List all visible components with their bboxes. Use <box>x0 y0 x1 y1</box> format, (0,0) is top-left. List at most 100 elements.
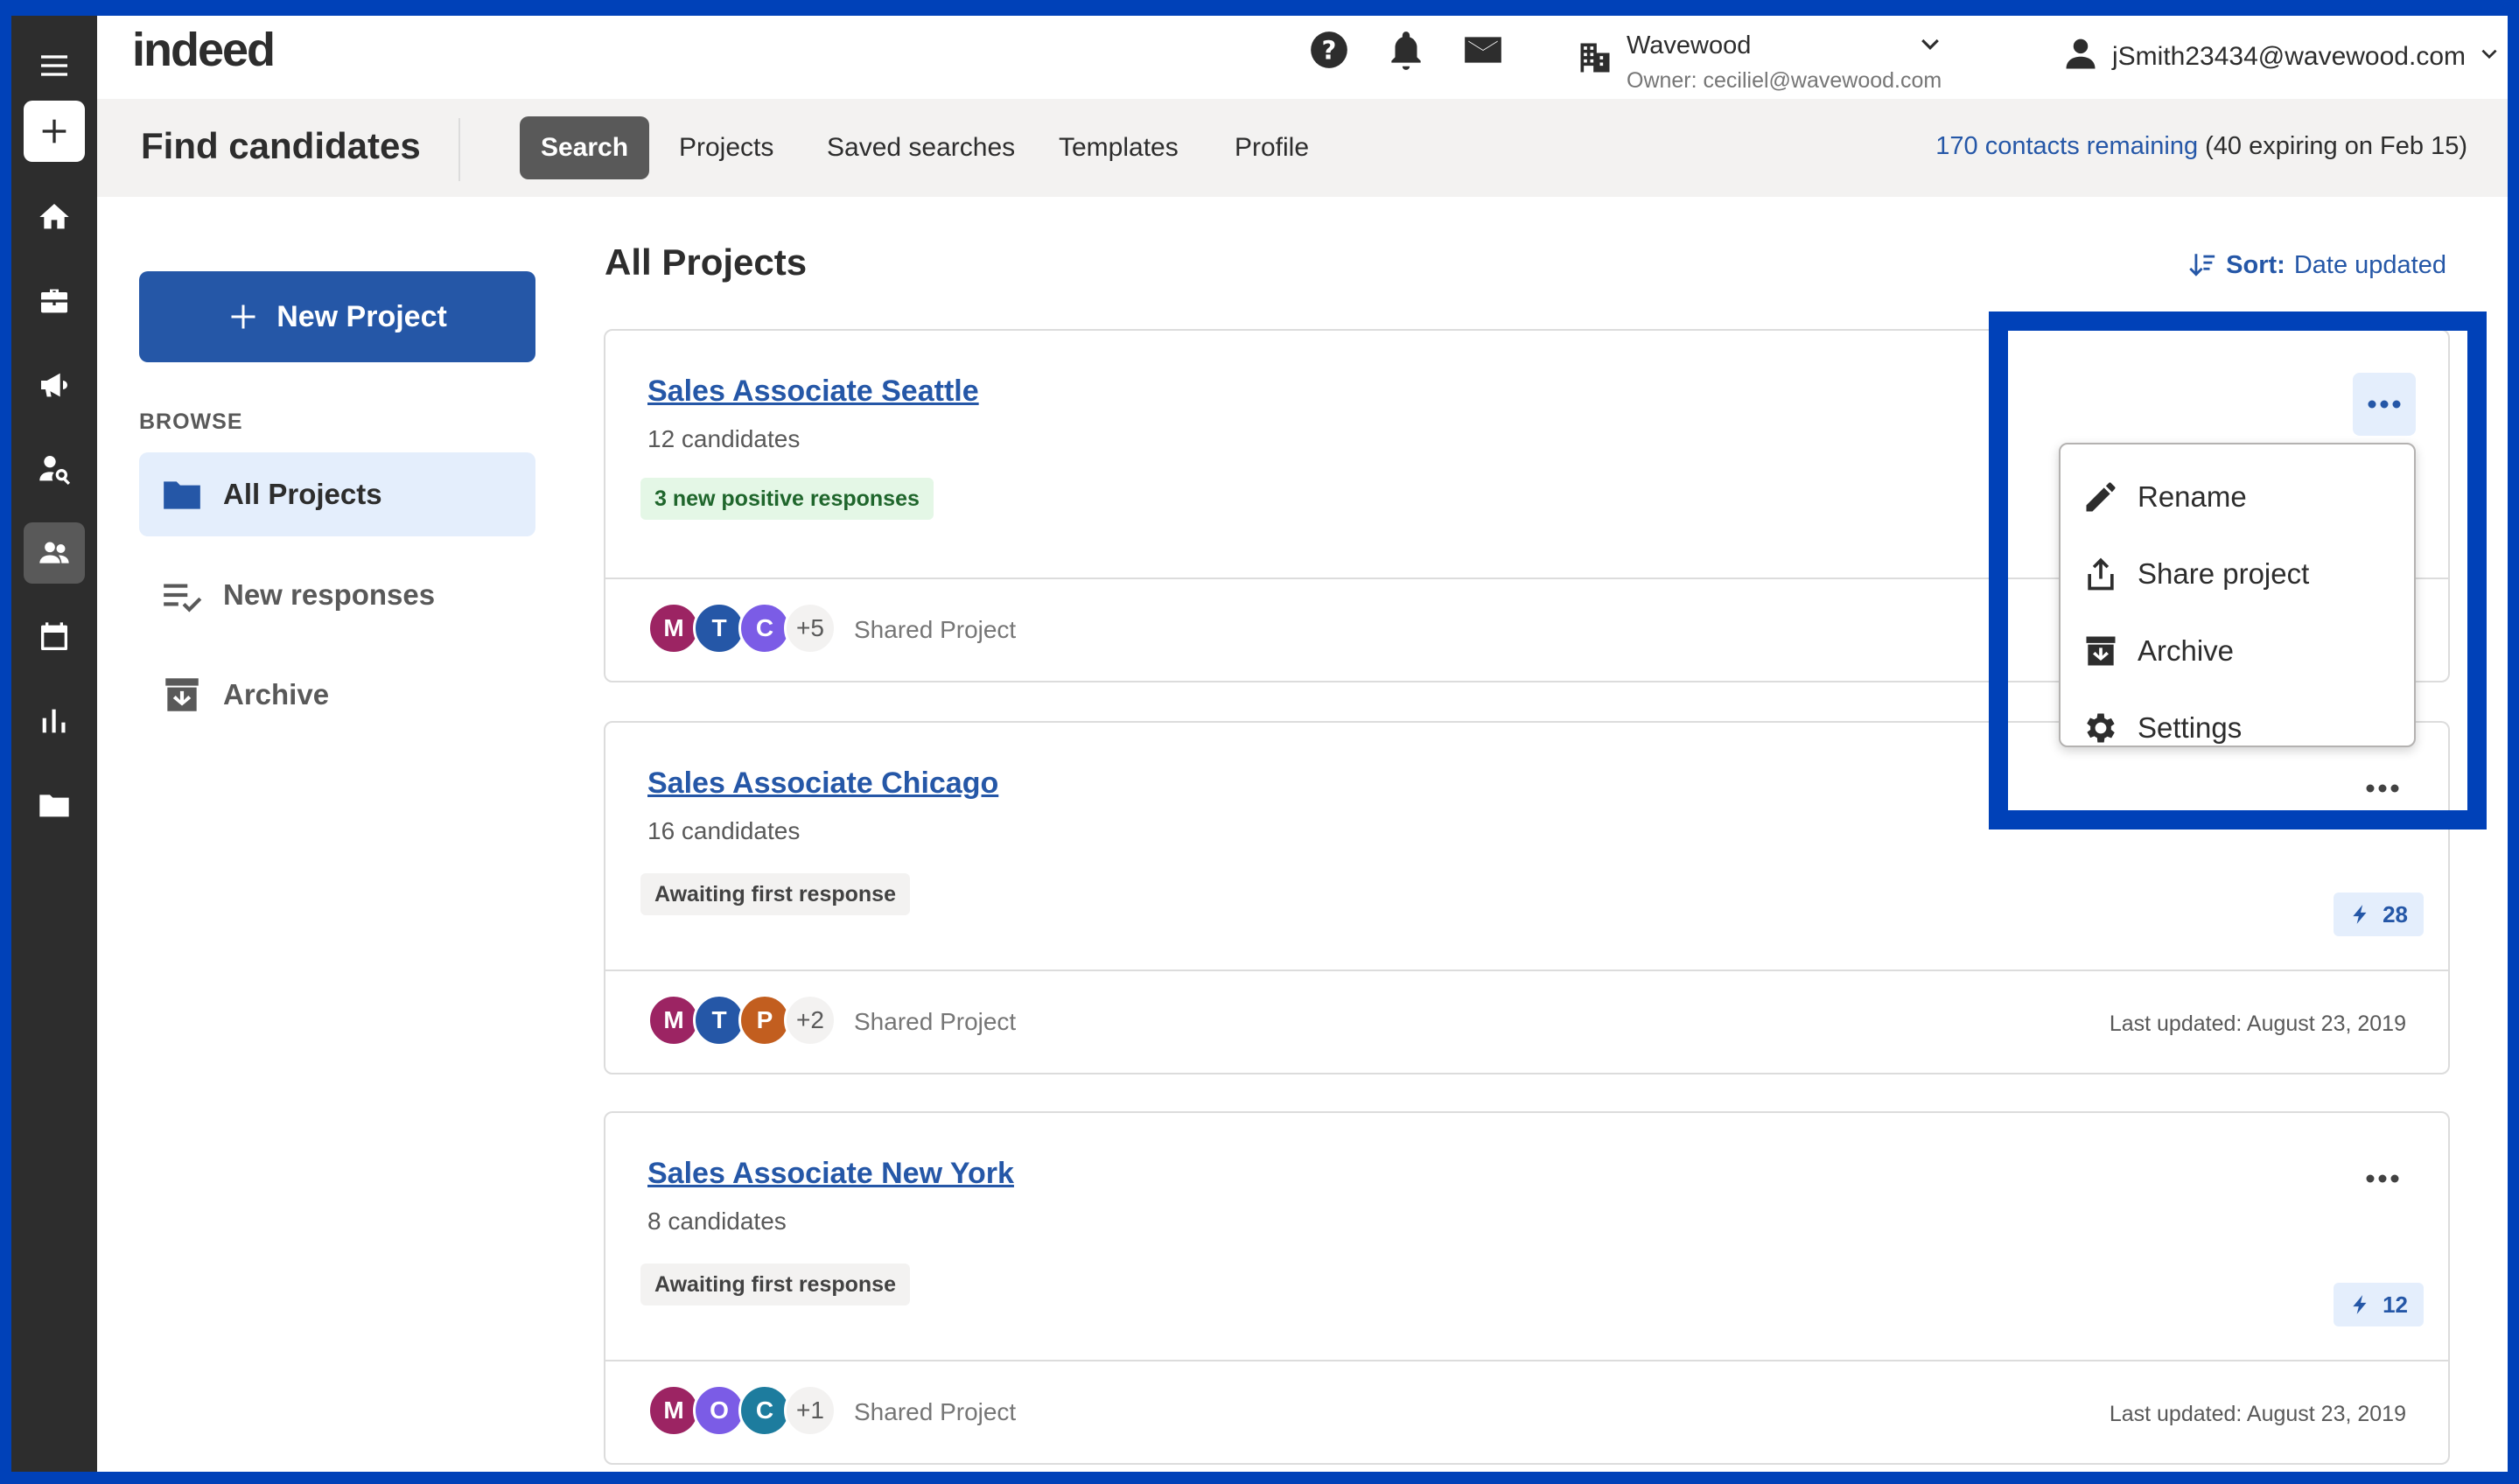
avatar: O <box>693 1384 745 1437</box>
candidate-count: 12 candidates <box>647 425 801 452</box>
avatar-group: M T C +5 <box>647 602 836 654</box>
bolt-icon <box>2353 1295 2367 1314</box>
tab-profile[interactable]: Profile <box>1214 116 1330 179</box>
divider <box>458 118 460 181</box>
shared-label: Shared Project <box>854 616 1017 643</box>
tab-search[interactable]: Search <box>520 116 650 179</box>
avatar: T <box>693 994 745 1046</box>
user-icon <box>2061 35 2100 78</box>
page-title: Find candidates <box>141 125 421 166</box>
sidebar-item-archive[interactable]: Archive <box>139 653 535 737</box>
bolt-badge: 28 <box>2334 892 2424 936</box>
avatar-group: M O C +1 <box>647 1384 836 1437</box>
menu-item-label: Archive <box>2138 634 2235 667</box>
project-title-link[interactable]: Sales Associate Seattle <box>647 374 979 409</box>
sidebar-item-label: New responses <box>223 578 436 611</box>
project-title-link[interactable]: Sales Associate Chicago <box>647 766 998 801</box>
project-options-menu: Rename Share project Archive Settings <box>2059 443 2416 747</box>
top-bar: indeed ? Wavewood Owner: ceciliel@wavewo… <box>97 16 2508 99</box>
last-updated: Last updated: August 23, 2019 <box>2109 1012 2406 1036</box>
chevron-down-icon[interactable] <box>1917 32 1943 58</box>
indeed-logo[interactable]: indeed <box>132 23 276 77</box>
home-icon[interactable] <box>24 186 85 248</box>
bell-icon[interactable] <box>1384 28 1428 72</box>
briefcase-icon[interactable] <box>24 270 85 332</box>
menu-item-rename[interactable]: Rename <box>2082 471 2247 523</box>
calendar-icon[interactable] <box>24 606 85 668</box>
tab-projects[interactable]: Projects <box>658 116 794 179</box>
list-check-icon <box>160 573 204 617</box>
candidate-count: 8 candidates <box>647 1208 787 1235</box>
sidebar-item-label: Archive <box>223 678 330 710</box>
project-title-link[interactable]: Sales Associate New York <box>647 1157 1014 1191</box>
contacts-expiring-note: (40 expiring on Feb 15) <box>2198 132 2467 160</box>
menu-item-share-project[interactable]: Share project <box>2082 548 2309 600</box>
new-project-label: New Project <box>276 299 447 333</box>
sidebar-item-all-projects[interactable]: All Projects <box>139 452 535 536</box>
bolt-count: 12 <box>2383 1291 2408 1318</box>
bar-chart-icon[interactable] <box>24 690 85 752</box>
browse-label: BROWSE <box>139 410 243 434</box>
sort-control[interactable]: Sort: Date updated <box>2187 250 2446 280</box>
menu-item-label: Rename <box>2138 480 2247 513</box>
mail-icon[interactable] <box>1461 28 1505 72</box>
new-project-button[interactable]: New Project <box>139 271 535 362</box>
chevron-down-icon <box>2478 43 2501 70</box>
person-search-icon[interactable] <box>24 438 85 500</box>
sort-value: Date updated <box>2293 250 2446 279</box>
more-horizontal-icon <box>2366 1174 2399 1183</box>
tab-templates[interactable]: Templates <box>1038 116 1200 179</box>
people-icon[interactable] <box>24 522 85 584</box>
company-owner: Owner: ceciliel@wavewood.com <box>1627 68 1942 93</box>
avatar: C <box>738 1384 791 1437</box>
sub-navigation: Find candidates Search Projects Saved se… <box>97 99 2508 197</box>
project-card: Sales Associate New York 8 candidates Aw… <box>604 1111 2450 1465</box>
megaphone-icon[interactable] <box>24 354 85 416</box>
app-window: indeed ? Wavewood Owner: ceciliel@wavewo… <box>11 16 2508 1472</box>
menu-icon[interactable] <box>24 35 85 96</box>
menu-item-archive[interactable]: Archive <box>2082 625 2234 677</box>
folder-icon[interactable] <box>24 774 85 836</box>
avatar-more-count: +2 <box>784 994 836 1046</box>
more-horizontal-icon <box>2368 400 2401 409</box>
tab-saved-searches[interactable]: Saved searches <box>806 116 1036 179</box>
pencil-icon <box>2086 482 2116 512</box>
more-options-button[interactable] <box>2352 1148 2413 1209</box>
archive-icon <box>160 673 204 717</box>
status-badge: Awaiting first response <box>640 1264 910 1306</box>
avatar: M <box>647 1384 700 1437</box>
account-email: jSmith23434@wavewood.com <box>2112 41 2466 71</box>
avatar: C <box>738 602 791 654</box>
svg-text:?: ? <box>1322 35 1337 65</box>
last-updated: Last updated: August 23, 2019 <box>2109 1402 2406 1426</box>
menu-item-label: Share project <box>2138 557 2310 590</box>
sidebar-item-new-responses[interactable]: New responses <box>139 553 535 637</box>
bolt-count: 28 <box>2383 900 2408 928</box>
contacts-remaining: 170 contacts remaining (40 expiring on F… <box>1935 132 2467 161</box>
shared-label: Shared Project <box>854 1008 1017 1035</box>
help-icon[interactable]: ? <box>1307 28 1351 72</box>
status-badge: Awaiting first response <box>640 873 910 915</box>
card-divider <box>605 1360 2448 1362</box>
bolt-icon <box>2353 905 2367 924</box>
more-options-button-active[interactable] <box>2353 373 2416 436</box>
sort-icon <box>2189 254 2215 276</box>
section-title: All Projects <box>605 242 808 283</box>
menu-item-settings[interactable]: Settings <box>2082 702 2242 754</box>
contacts-remaining-link[interactable]: 170 contacts remaining <box>1935 132 2198 160</box>
company-name: Wavewood <box>1627 32 1752 60</box>
avatar: T <box>693 602 745 654</box>
plus-icon[interactable] <box>24 101 85 162</box>
avatar-more-count: +5 <box>784 602 836 654</box>
account-menu[interactable]: jSmith23434@wavewood.com <box>2061 35 2501 78</box>
avatar-more-count: +1 <box>784 1384 836 1437</box>
left-rail <box>11 16 97 1472</box>
sidebar-item-label: All Projects <box>223 478 382 510</box>
archive-icon <box>2086 636 2116 666</box>
avatar-group: M T P +2 <box>647 994 836 1046</box>
gear-icon <box>2087 713 2115 743</box>
avatar: M <box>647 602 700 654</box>
menu-item-label: Settings <box>2138 711 2243 744</box>
card-divider <box>605 970 2448 971</box>
plus-icon <box>231 304 255 329</box>
